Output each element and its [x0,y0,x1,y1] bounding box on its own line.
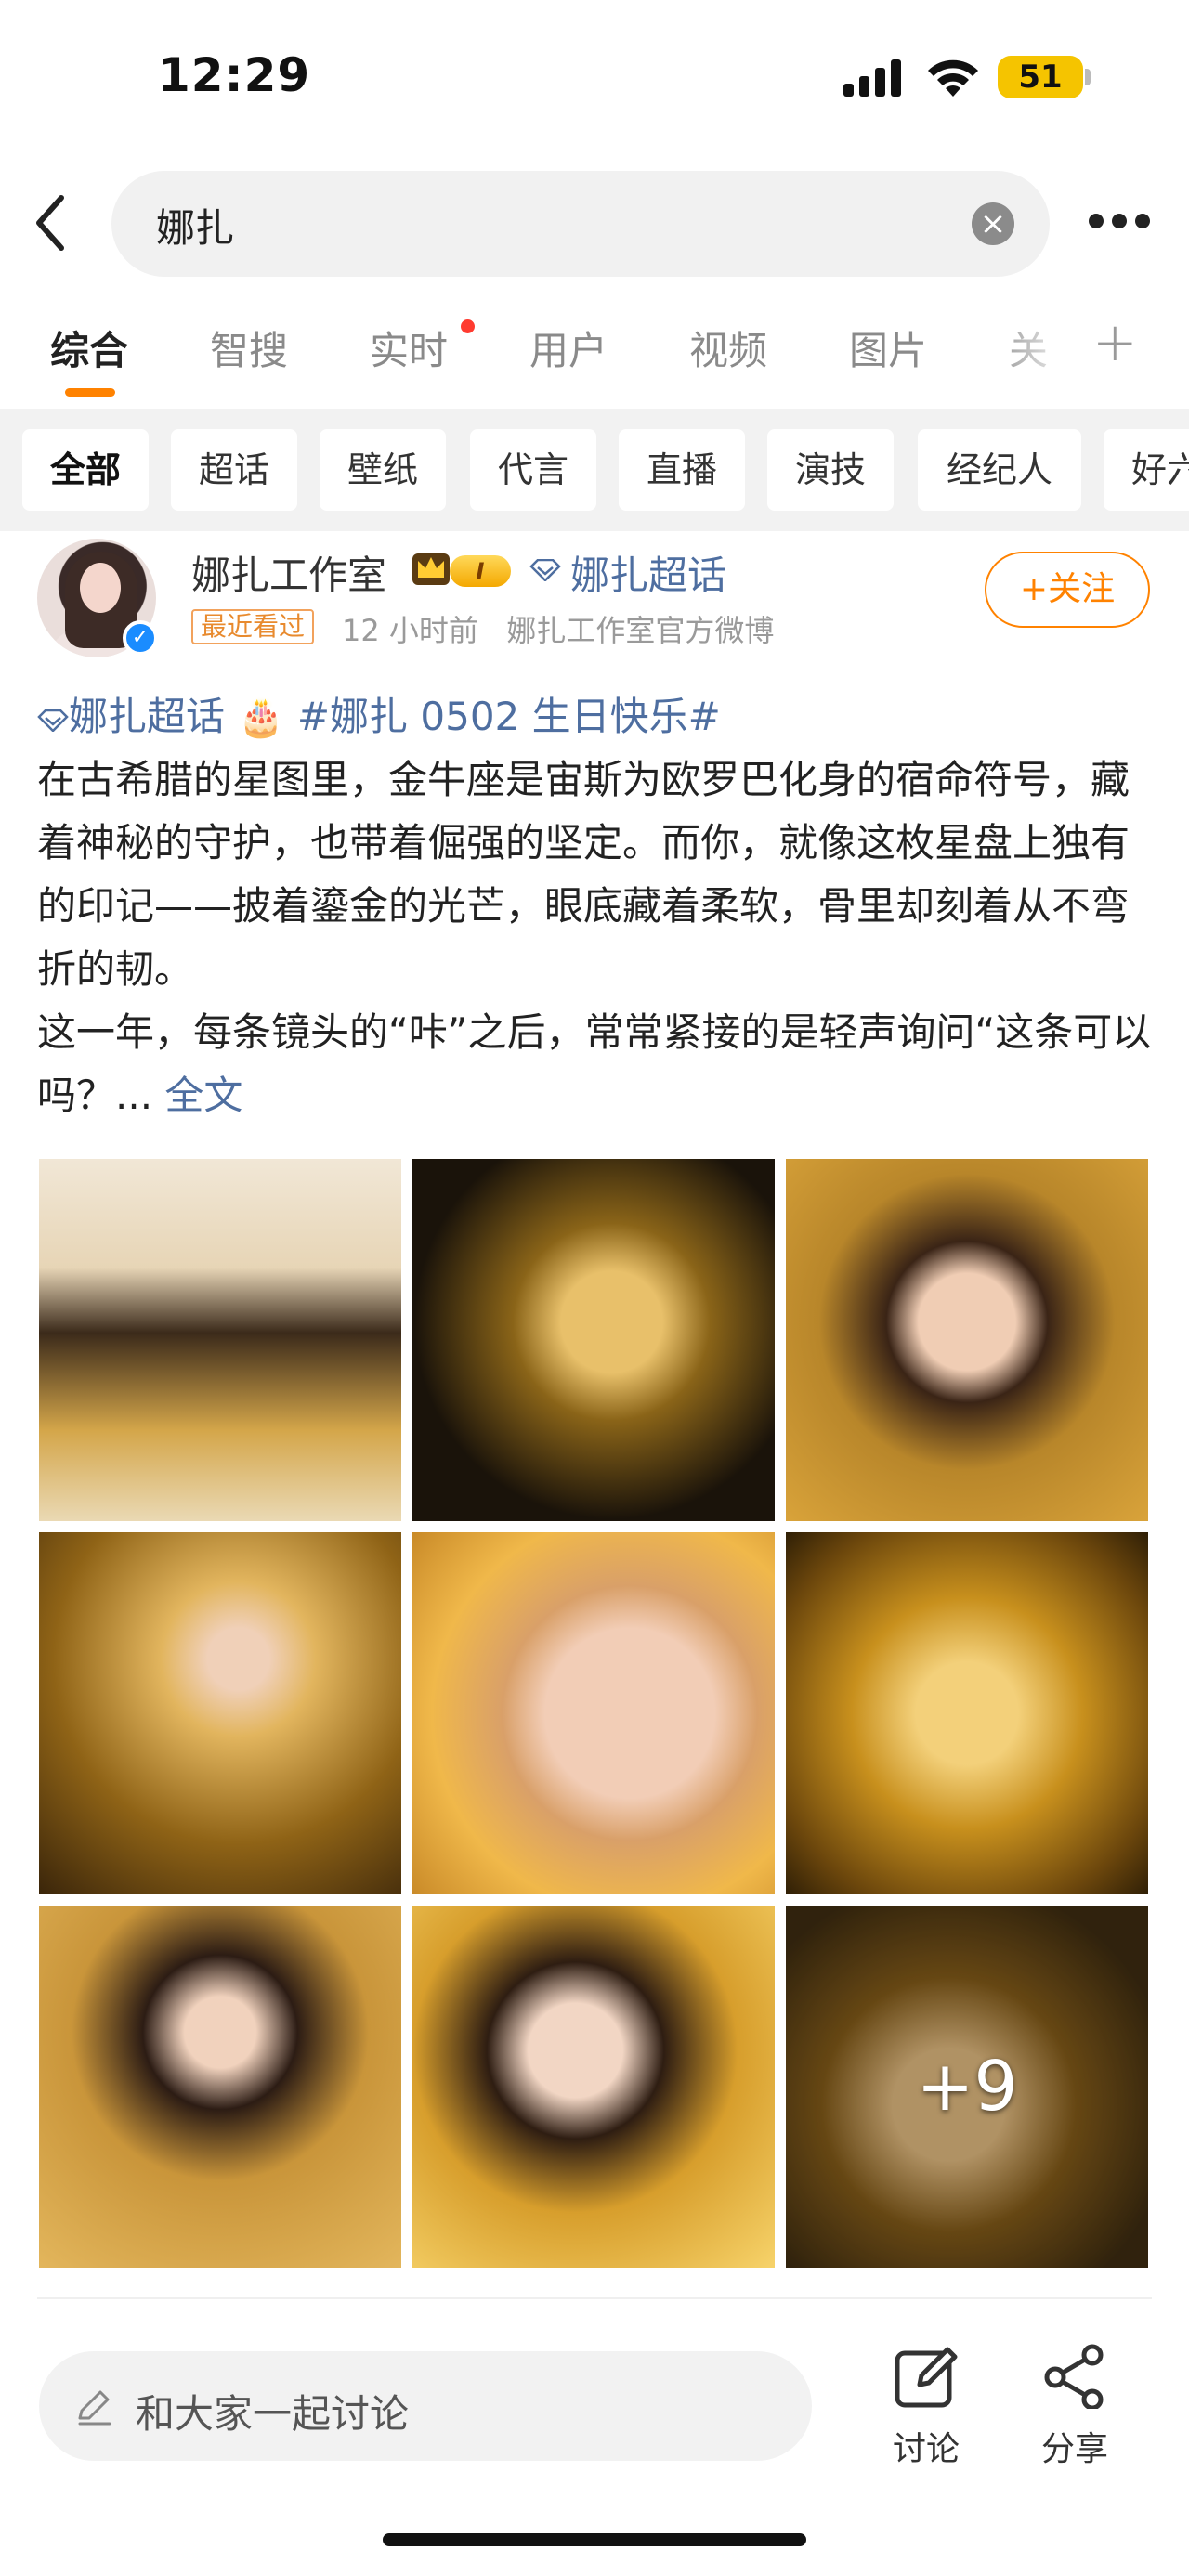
post-topics: 娜扎超话 🎂 #娜扎 0502 生日快乐# [37,685,721,742]
supertopic-diamond-icon [529,559,561,581]
expand-full-text-link[interactable]: 全文 [164,1073,242,1118]
share-button[interactable]: 分享 [1024,2344,1126,2474]
status-time: 12:29 [158,48,311,102]
tab-smart-search[interactable]: 智搜 [210,319,288,376]
tab-pictures[interactable]: 图片 [849,319,927,376]
chip-agent[interactable]: 经纪人 [918,429,1081,511]
home-indicator [383,2533,806,2546]
chip-all[interactable]: 全部 [22,429,149,511]
active-tab-indicator [65,388,115,397]
clear-search-icon[interactable]: × [972,202,1014,245]
verified-badge-icon: ✓ [123,620,158,656]
battery-cap [1085,69,1091,85]
chip-more-partial[interactable]: 好六 [1104,429,1189,511]
photo-2[interactable] [412,1159,775,1521]
tab-realtime[interactable]: 实时 [370,319,448,376]
birthday-cake-icon: 🎂 [238,696,284,739]
post-body: 在古希腊的星图里，金牛座是宙斯为欧罗巴化身的宿命符号，藏着神秘的守护，也带着倔强… [37,748,1161,1127]
follow-button[interactable]: +关注 [985,552,1150,628]
wifi-icon [928,59,978,97]
vip-level-badge: I [450,555,511,587]
tab-fade [985,306,1078,399]
photo-7[interactable] [39,1906,401,2268]
photo-3[interactable] [786,1159,1148,1521]
chip-supertopic[interactable]: 超话 [171,429,297,511]
hashtag-birthday[interactable]: #娜扎 0502 生日快乐# [297,694,721,739]
chip-acting[interactable]: 演技 [767,429,894,511]
chip-wallpaper[interactable]: 壁纸 [320,429,446,511]
discuss-label: 讨论 [892,2430,960,2468]
more-photos-count: +9 [786,1906,1148,2268]
supertopic-diamond-icon [37,709,69,733]
post-paragraph-1: 在古希腊的星图里，金牛座是宙斯为欧罗巴化身的宿命符号，藏着神秘的守护，也带着倔强… [37,757,1130,992]
supertopic-link[interactable]: 娜扎超话 [570,544,726,601]
comment-input[interactable]: 和大家一起讨论 [39,2351,812,2461]
photo-6[interactable] [786,1532,1148,1894]
photo-1[interactable] [39,1159,401,1521]
pencil-icon [78,2390,111,2426]
edit-discuss-icon [895,2347,958,2408]
photo-8[interactable] [412,1906,775,2268]
post-paragraph-2: 这一年，每条镜头的“咔”之后，常常紧接的是轻声询问“这条可以吗？... 全文 [37,1001,1161,1127]
filter-chip-bar: 全部 超话 壁纸 代言 直播 演技 经纪人 好六 [0,409,1189,531]
share-label: 分享 [1040,2430,1108,2468]
back-arrow-icon[interactable] [28,190,74,255]
share-icon [1044,2344,1104,2409]
new-content-dot [461,319,475,333]
tab-users[interactable]: 用户 [529,319,608,376]
photo-4[interactable] [39,1532,401,1894]
tab-videos[interactable]: 视频 [689,319,767,376]
cellular-signal-icon [843,59,905,97]
battery-icon: 51 [998,56,1083,98]
comment-placeholder: 和大家一起讨论 [136,2391,410,2437]
status-bar: 12:29 51 [0,0,1189,158]
discuss-button[interactable]: 讨论 [875,2344,977,2474]
chip-endorsement[interactable]: 代言 [470,429,596,511]
chip-livestream[interactable]: 直播 [619,429,745,511]
post-username[interactable]: 娜扎工作室 [191,544,386,601]
add-tab-icon[interactable]: + [1092,310,1138,373]
tab-comprehensive[interactable]: 综合 [50,319,128,376]
search-input[interactable]: 娜扎 × [111,171,1050,277]
divider [37,2297,1152,2299]
search-tabs: 综合 智搜 实时 用户 视频 图片 关 + [0,306,1189,409]
post-time-source: 12 小时前 娜扎工作室官方微博 [342,613,775,648]
photo-9[interactable]: +9 [786,1906,1148,2268]
photo-5[interactable] [412,1532,775,1894]
crown-icon [412,553,450,585]
search-query: 娜扎 [156,205,235,251]
more-options-icon[interactable] [1089,212,1150,234]
supertopic-tag[interactable]: 娜扎超话 [69,694,225,739]
recently-viewed-badge: 最近看过 [191,609,315,644]
